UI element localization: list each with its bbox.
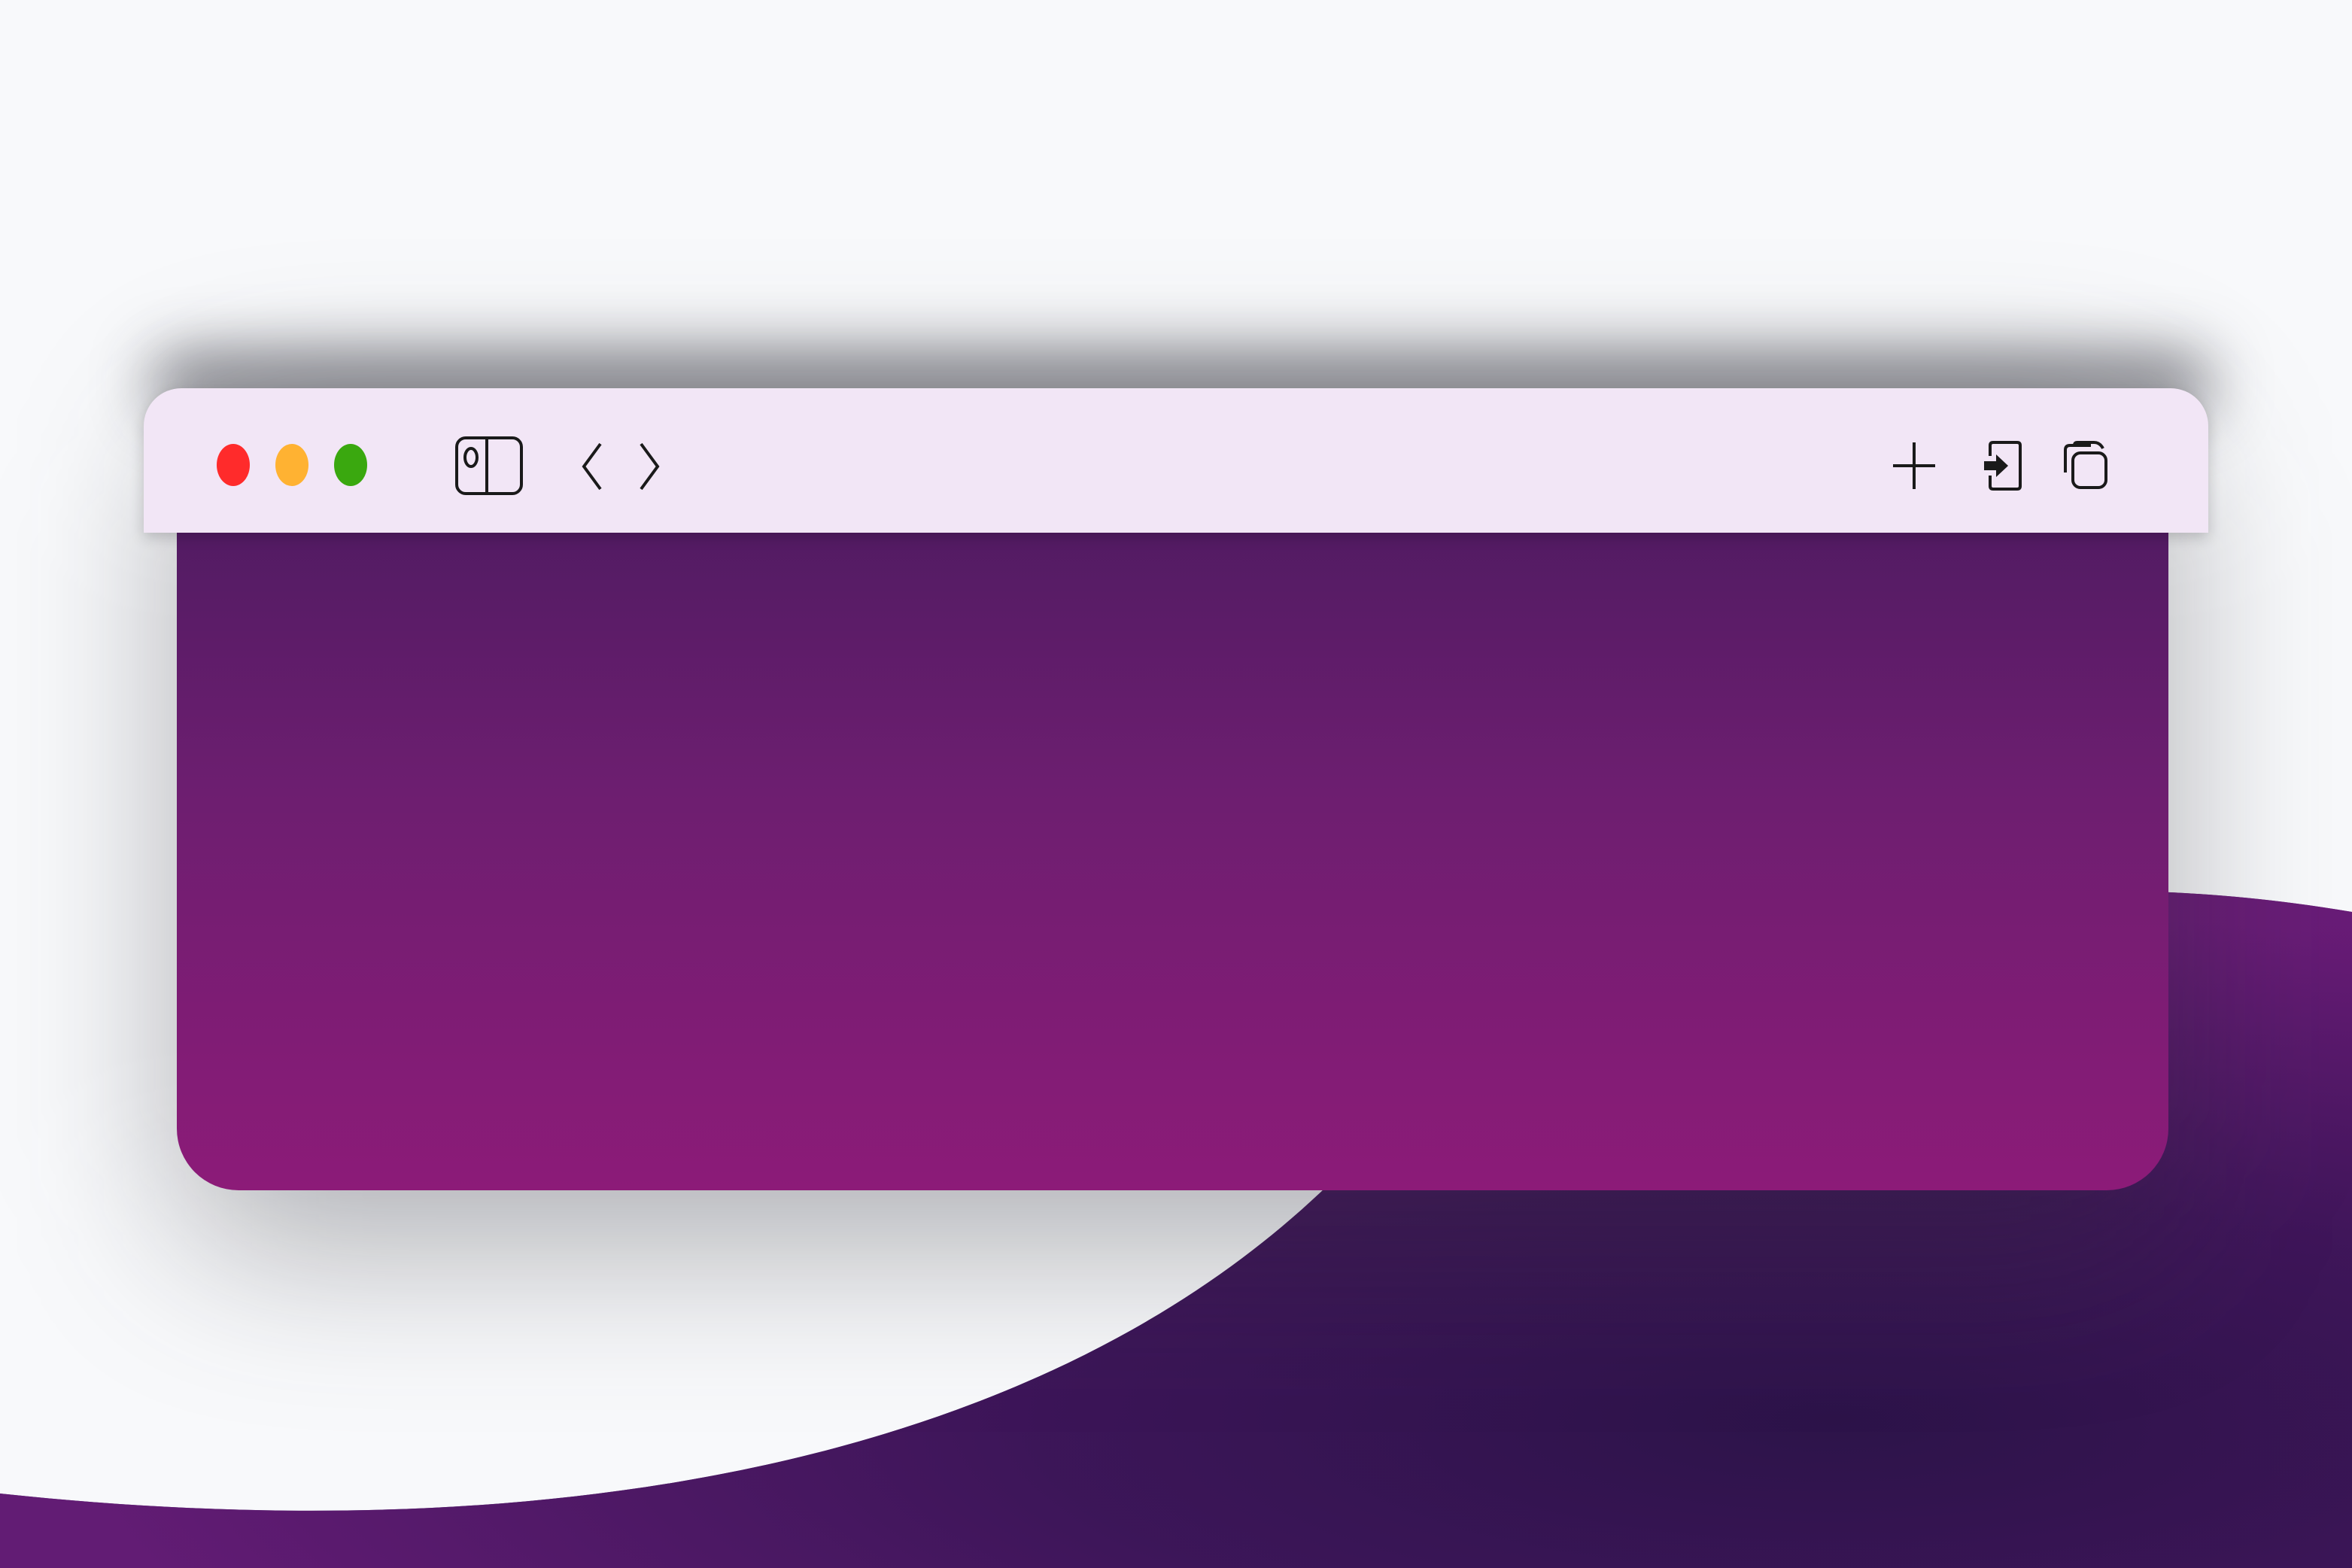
tab-overview-icon[interactable] — [2061, 439, 2110, 492]
new-tab-icon[interactable] — [1892, 441, 1937, 491]
sidebar-toggle-icon[interactable] — [454, 435, 524, 497]
forward-icon[interactable] — [637, 441, 661, 492]
window-toolbar — [144, 388, 2208, 533]
maximize-window-button[interactable] — [334, 444, 367, 486]
desktop-background — [0, 0, 2352, 1568]
close-window-button[interactable] — [217, 444, 250, 486]
window-content[interactable] — [177, 527, 2168, 1190]
back-icon[interactable] — [581, 441, 605, 492]
minimize-window-button[interactable] — [275, 444, 308, 486]
share-icon[interactable] — [1983, 439, 2025, 492]
